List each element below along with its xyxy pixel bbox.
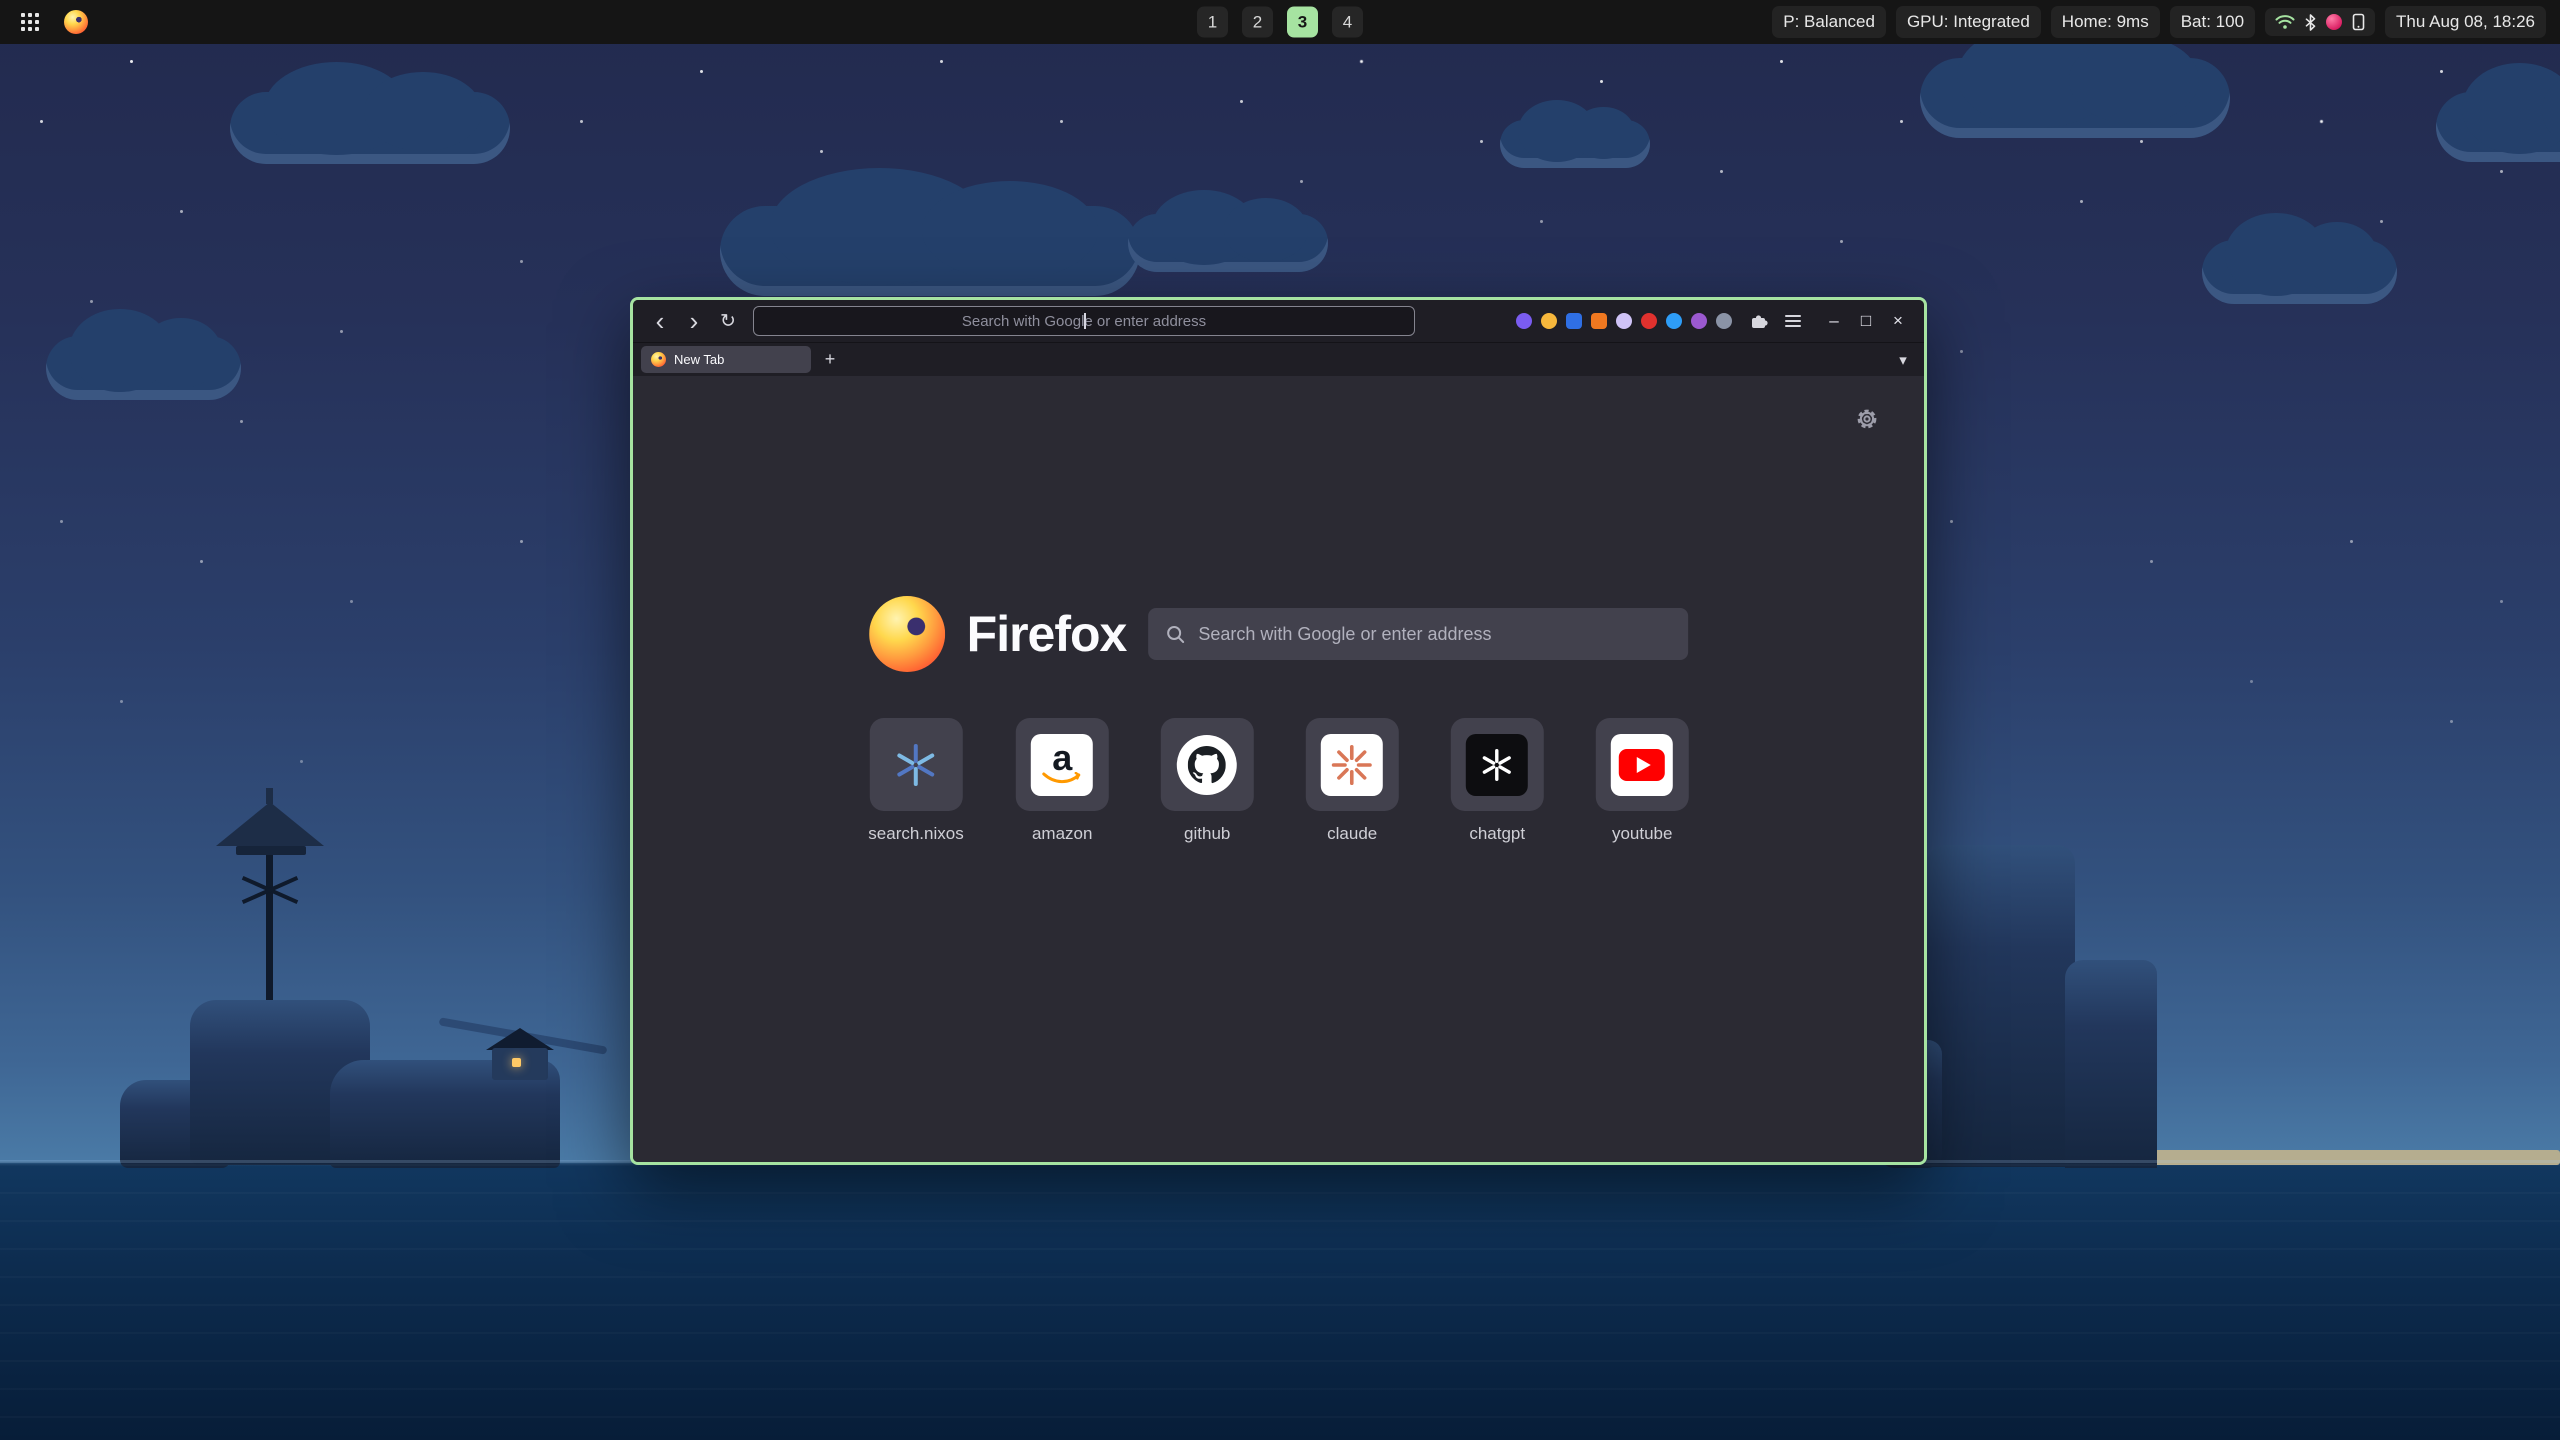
tab-new-tab[interactable]: New Tab [641,346,811,373]
cloud [2202,240,2397,304]
close-button[interactable]: × [1884,307,1912,335]
extension-icon-violet[interactable] [1516,313,1532,329]
new-tab-page: Firefox [633,376,1924,1162]
apps-grid-icon [21,13,25,17]
indicator-icon[interactable] [2326,14,2342,30]
extension-toolbar [1516,313,1732,329]
cloud [1128,214,1328,272]
system-tray [2265,8,2375,36]
clock[interactable]: Thu Aug 08, 18:26 [2385,6,2546,38]
nixos-icon [890,739,942,791]
start-hero: Firefox [869,596,1689,672]
firefox-favicon [651,352,666,367]
chatgpt-icon [1466,734,1528,796]
ping-status: Home: 9ms [2051,6,2160,38]
shortcut-youtube[interactable]: youtube [1596,718,1689,844]
back-button[interactable]: ‹ [645,306,675,336]
extensions-button[interactable] [1744,306,1774,336]
firefox-wordmark: Firefox [967,605,1127,663]
cliffs-right [1880,840,2440,1170]
tile-card [870,718,963,811]
cloud [2436,92,2560,162]
shortcut-tiles: search.nixos a amazon [868,718,1688,844]
tile-card [1451,718,1544,811]
amazon-icon: a [1031,734,1093,796]
url-bar [753,306,1415,336]
desktop: 1 2 3 4 P: Balanced GPU: Integrated Home… [0,0,2560,1440]
tile-card [1161,718,1254,811]
forward-button[interactable]: › [679,306,709,336]
tile-label: chatgpt [1469,824,1525,844]
youtube-icon [1611,734,1673,796]
tile-card [1306,718,1399,811]
puzzle-icon [1748,310,1770,332]
search-icon [1166,625,1185,644]
extension-icon-amber[interactable] [1541,313,1557,329]
window-controls: – □ × [1820,307,1912,335]
claude-icon [1321,734,1383,796]
gpu-status: GPU: Integrated [1896,6,2041,38]
island-watchtower [120,780,660,1170]
firefox-icon [64,10,88,34]
tile-label: search.nixos [868,824,963,844]
new-tab-button[interactable]: + [817,347,843,373]
extension-icon-purple[interactable] [1691,313,1707,329]
maximize-button[interactable]: □ [1852,307,1880,335]
gear-icon [1855,407,1879,431]
workspace-4[interactable]: 4 [1332,7,1363,38]
tile-card: a [1016,718,1109,811]
github-icon [1177,735,1237,795]
extension-icon-blue[interactable] [1566,313,1582,329]
workspace-switcher: 1 2 3 4 [1197,7,1363,38]
bluetooth-icon[interactable] [2305,14,2316,31]
shortcut-search-nixos[interactable]: search.nixos [868,718,963,844]
extension-icon-orange[interactable] [1591,313,1607,329]
cloud [230,92,510,164]
tile-label: amazon [1032,824,1092,844]
shortcut-amazon[interactable]: a amazon [1016,718,1109,844]
personalize-button[interactable] [1850,402,1884,436]
tile-card [1596,718,1689,811]
tab-title: New Tab [674,352,724,367]
power-profile-status: P: Balanced [1772,6,1886,38]
extension-icon-skyblue[interactable] [1666,313,1682,329]
cloud [1500,120,1650,168]
top-bar: 1 2 3 4 P: Balanced GPU: Integrated Home… [0,0,2560,44]
start-search-input[interactable] [1198,624,1670,645]
ocean [0,1164,2560,1440]
extension-icon-gray[interactable] [1716,313,1732,329]
firefox-logo [869,596,945,672]
start-search-bar [1148,608,1688,660]
cloud [720,206,1140,296]
browser-toolbar: ‹ › ↻ [633,300,1924,342]
tile-label: github [1184,824,1230,844]
shortcut-github[interactable]: github [1161,718,1254,844]
device-icon[interactable] [2352,13,2365,31]
wifi-icon[interactable] [2275,14,2295,30]
text-caret [1084,313,1086,329]
cloud [46,336,241,400]
workspace-3-active[interactable]: 3 [1287,7,1318,38]
firefox-window: ‹ › ↻ [630,297,1927,1165]
extension-icon-red[interactable] [1641,313,1657,329]
tile-label: claude [1327,824,1377,844]
tile-label: youtube [1612,824,1673,844]
shortcut-chatgpt[interactable]: chatgpt [1451,718,1544,844]
firefox-launcher-button[interactable] [60,6,92,38]
shortcut-claude[interactable]: claude [1306,718,1399,844]
extension-icon-lavender[interactable] [1616,313,1632,329]
tab-bar: New Tab + ▾ [633,342,1924,376]
reload-button[interactable]: ↻ [713,306,743,336]
app-launcher-button[interactable] [14,6,46,38]
app-menu-button[interactable] [1778,306,1808,336]
battery-status: Bat: 100 [2170,6,2255,38]
list-all-tabs-button[interactable]: ▾ [1890,347,1916,373]
menu-icon [1785,320,1801,322]
cloud [1920,58,2230,138]
workspace-1[interactable]: 1 [1197,7,1228,38]
minimize-button[interactable]: – [1820,307,1848,335]
workspace-2[interactable]: 2 [1242,7,1273,38]
